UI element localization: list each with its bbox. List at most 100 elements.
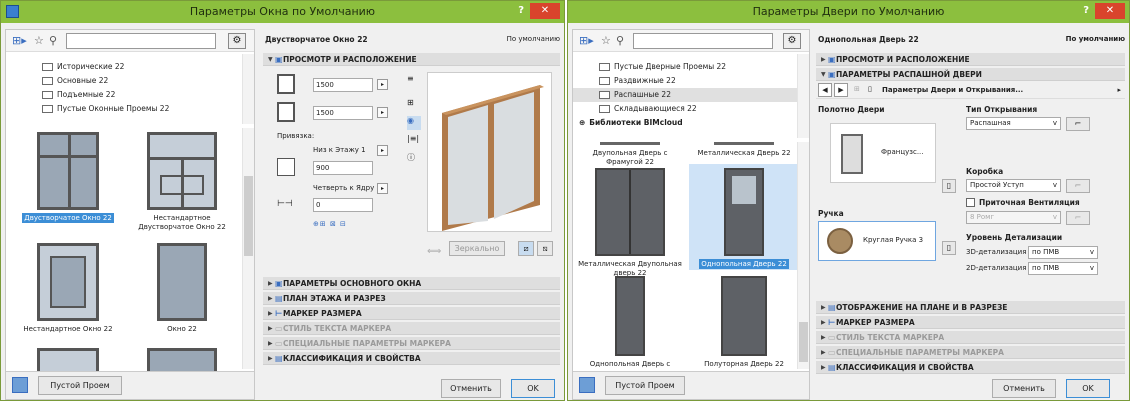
tree-bimcloud[interactable]: ⊕ Библиотеки BIMcloud — [573, 116, 797, 130]
tree-folder[interactable]: Складывающиеся 22 — [573, 102, 797, 116]
tree-folder[interactable]: Раздвижные 22 — [573, 74, 797, 88]
section-floor-plan[interactable]: ▤ПЛАН ЭТАЖА И РАЗРЕЗ — [263, 292, 560, 305]
search-icon[interactable]: ⚲ — [616, 33, 624, 49]
mirror-button[interactable]: Зеркально — [449, 241, 505, 256]
section-view-icon[interactable]: |≡| — [407, 134, 421, 148]
tree-folder[interactable]: Основные 22 — [42, 74, 242, 88]
tree-scrollbar[interactable] — [797, 54, 809, 138]
frame-select[interactable]: Простой Уступ — [966, 179, 1061, 192]
thumbnail-item[interactable]: Металлическая Дверь 22 — [689, 142, 797, 157]
door-settings-dialog: Параметры Двери по Умолчанию ? ✕ ⊞▸ ☆ ⚲ … — [567, 0, 1130, 401]
empty-opening-button[interactable]: Пустой Проем — [605, 376, 685, 395]
close-button[interactable]: ✕ — [1095, 3, 1125, 19]
detail-3d-select[interactable]: по ПМВ — [1028, 246, 1098, 259]
door-leaf-picker[interactable]: Французс... — [830, 123, 936, 183]
cancel-button[interactable]: Отменить — [992, 379, 1056, 398]
tree-folder[interactable]: Подъемные 22 — [42, 88, 242, 102]
title-bar: Параметры Двери по Умолчанию ? ✕ — [568, 1, 1129, 23]
thumbnail-item[interactable]: Нестандартное Двустворчатое Окно 22 — [126, 132, 238, 232]
door-thumbnail-image — [721, 276, 767, 356]
3d-view-icon[interactable]: ◉ — [407, 116, 421, 130]
empty-opening-icon[interactable] — [579, 377, 595, 393]
favorites-star-icon[interactable]: ☆ — [34, 33, 44, 49]
library-settings-gear-icon[interactable]: ⚙ — [783, 33, 801, 49]
thumbnail-item-selected[interactable]: Однопольная Дверь 22 — [689, 164, 797, 270]
next-page-button[interactable]: ▶ — [834, 83, 848, 97]
width-field[interactable]: 1500 — [313, 78, 373, 92]
tree-folder[interactable]: Исторические 22 — [42, 60, 242, 74]
ok-button[interactable]: OK — [511, 379, 555, 398]
thumbnail-scrollbar[interactable] — [797, 142, 809, 369]
thumbnail-item[interactable]: Окно 22 — [126, 243, 238, 333]
sill-height-field[interactable]: 900 — [313, 161, 373, 175]
folder-tree: Пустые Дверные Проемы 22 Раздвижные 22 Р… — [573, 54, 797, 138]
search-input[interactable] — [66, 33, 216, 49]
tree-folder[interactable]: Пустые Дверные Проемы 22 — [573, 60, 797, 74]
folder-icon — [599, 91, 610, 99]
height-dropdown[interactable]: ▸ — [377, 107, 388, 118]
handle-picker[interactable]: Круглая Ручка 3 — [818, 221, 936, 261]
thumbnail-item[interactable]: Однопольная Дверь с Фрамугой 22 — [575, 276, 685, 369]
help-button[interactable]: ? — [1083, 5, 1089, 16]
reveal-depth-field[interactable]: 0 — [313, 198, 373, 212]
mirror-side-b-button[interactable]: ⧅ — [537, 241, 553, 256]
detail-2d-select[interactable]: по ПМВ — [1028, 262, 1098, 275]
library-view-icon[interactable]: ⊞▸ — [12, 33, 27, 49]
params-page-title[interactable]: Параметры Двери и Открывания... — [882, 86, 1023, 94]
thumbnail-item[interactable]: Металлическая Двупольная дверь 22 — [575, 168, 685, 278]
window-thumbnail-image — [37, 132, 99, 210]
reveal-dropdown[interactable]: ▸ — [377, 183, 388, 194]
tree-view-icon[interactable]: ⊞ — [854, 85, 860, 93]
thumbnail-item[interactable]: Полуторная Дверь 22 — [689, 276, 797, 368]
ok-button[interactable]: OK — [1066, 379, 1110, 398]
library-view-icon[interactable]: ⊞▸ — [579, 33, 594, 49]
section-plan-section-display[interactable]: ▤ОТОБРАЖЕНИЕ НА ПЛАНЕ И В РАЗРЕЗЕ — [816, 301, 1125, 314]
help-button[interactable]: ? — [518, 5, 524, 16]
section-preview-placement[interactable]: ▣ПРОСМОТР И РАСПОЛОЖЕНИЕ — [816, 53, 1125, 66]
opening-type-preview-button[interactable]: ⌐ — [1066, 117, 1090, 131]
prev-page-button[interactable]: ◀ — [818, 83, 832, 97]
preview-section-icon: ▣ — [828, 55, 836, 64]
search-icon[interactable]: ⚲ — [49, 33, 57, 49]
tree-folder-selected[interactable]: Распашные 22 — [573, 88, 797, 102]
height-field[interactable]: 1500 — [313, 106, 373, 120]
thumbnail-item[interactable]: Нестандартное Окно 22 — [14, 243, 122, 333]
section-classification[interactable]: ▤КЛАССИФИКАЦИЯ И СВОЙСТВА — [816, 361, 1125, 374]
favorites-star-icon[interactable]: ☆ — [601, 33, 611, 49]
settings-panel: Двустворчатое Окно 22 По умолчанию ▣ПРОС… — [263, 29, 560, 400]
section-dimension-marker[interactable]: ⊢МАРКЕР РАЗМЕРА — [816, 316, 1125, 329]
door-leaf-options-button[interactable]: ▯ — [942, 179, 956, 193]
opening-type-select[interactable]: Распашная — [966, 117, 1061, 130]
tree-scrollbar[interactable] — [242, 54, 254, 124]
frame-preview-button[interactable]: ⌐ — [1066, 179, 1090, 193]
info-icon[interactable]: ⓘ — [407, 152, 421, 166]
dimension-options-icons[interactable]: ⊕⊞ ⊠ ⊟ — [313, 220, 347, 228]
section-preview-placement[interactable]: ▣ПРОСМОТР И РАСПОЛОЖЕНИЕ — [263, 53, 560, 66]
thumbnail-item[interactable]: Двупольная Дверь с Фрамугой 22 — [575, 142, 685, 167]
vent-checkbox[interactable] — [966, 198, 975, 207]
section-main-window-params[interactable]: ▣ПАРАМЕТРЫ ОСНОВНОГО ОКНА — [263, 277, 560, 290]
anchor-dropdown[interactable]: ▸ — [377, 145, 388, 156]
search-input[interactable] — [633, 33, 773, 49]
section-dimension-marker[interactable]: ⊢МАРКЕР РАЗМЕРА — [263, 307, 560, 320]
mirror-side-a-button[interactable]: ⧄ — [518, 241, 534, 256]
empty-opening-icon[interactable] — [12, 377, 28, 393]
3d-preview[interactable] — [427, 72, 552, 232]
width-dropdown[interactable]: ▸ — [377, 79, 388, 90]
section-classification[interactable]: ▤КЛАССИФИКАЦИЯ И СВОЙСТВА — [263, 352, 560, 365]
title-bar: Параметры Окна по Умолчанию ? ✕ — [1, 1, 564, 23]
tree-folder[interactable]: Пустые Оконные Проемы 22 — [42, 102, 242, 116]
grid-view-icon[interactable]: ⊞ — [407, 98, 421, 112]
params-subnav: ◀ ▶ ⊞ ▯ Параметры Двери и Открывания... … — [816, 83, 1125, 99]
page-menu-arrow-icon[interactable]: ▸ — [1117, 86, 1121, 94]
height-icon — [277, 102, 295, 122]
empty-opening-button[interactable]: Пустой Проем — [38, 376, 122, 395]
section-swing-door-params[interactable]: ▣ПАРАМЕТРЫ РАСПАШНОЙ ДВЕРИ — [816, 68, 1125, 81]
library-settings-gear-icon[interactable]: ⚙ — [228, 33, 246, 49]
plan-view-icon[interactable]: ≡ — [407, 74, 421, 88]
thumbnail-scrollbar[interactable] — [242, 128, 254, 369]
close-button[interactable]: ✕ — [530, 3, 560, 19]
handle-options-button[interactable]: ▯ — [942, 241, 956, 255]
thumbnail-item[interactable]: Двустворчатое Окно 22 — [14, 132, 122, 223]
cancel-button[interactable]: Отменить — [441, 379, 501, 398]
